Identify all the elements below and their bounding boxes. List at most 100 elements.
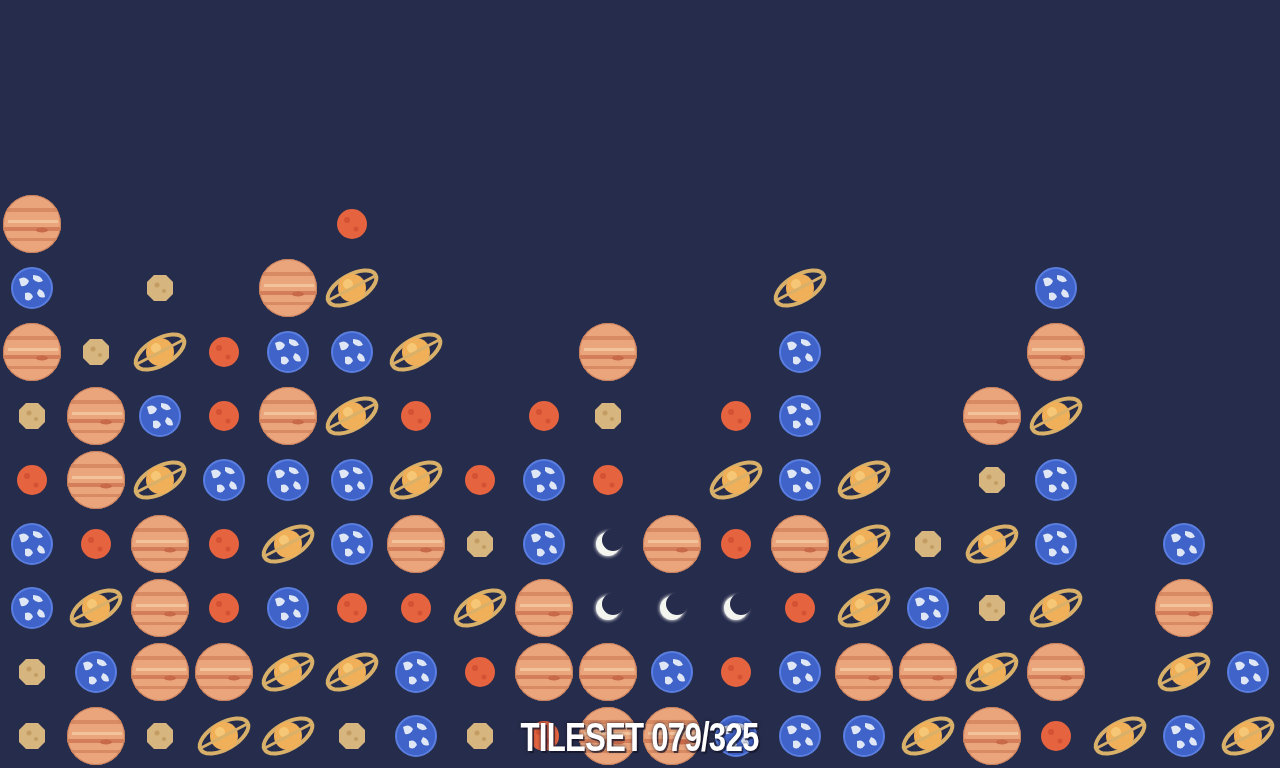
tile[interactable] (192, 576, 256, 640)
tile[interactable] (320, 704, 384, 768)
tile[interactable] (1024, 640, 1088, 704)
tile[interactable] (1088, 704, 1152, 768)
tile[interactable] (256, 448, 320, 512)
tile[interactable] (640, 512, 704, 576)
tile[interactable] (768, 256, 832, 320)
tile[interactable] (512, 384, 576, 448)
tile[interactable] (0, 384, 64, 448)
tile[interactable] (1024, 256, 1088, 320)
tile[interactable] (1216, 640, 1280, 704)
tile[interactable] (896, 640, 960, 704)
tile[interactable] (128, 384, 192, 448)
tile[interactable] (0, 448, 64, 512)
tile[interactable] (832, 640, 896, 704)
tile[interactable] (64, 384, 128, 448)
tile[interactable] (192, 448, 256, 512)
tile[interactable] (448, 640, 512, 704)
tile[interactable] (128, 576, 192, 640)
tile[interactable] (1216, 704, 1280, 768)
tile[interactable] (768, 384, 832, 448)
tile[interactable] (320, 512, 384, 576)
tile[interactable] (640, 640, 704, 704)
tile[interactable] (128, 256, 192, 320)
tile[interactable] (320, 576, 384, 640)
tile[interactable] (1024, 576, 1088, 640)
tile[interactable] (640, 704, 704, 768)
tile[interactable] (192, 704, 256, 768)
tile[interactable] (960, 448, 1024, 512)
tile[interactable] (960, 704, 1024, 768)
tile[interactable] (704, 640, 768, 704)
tile[interactable] (192, 640, 256, 704)
tile[interactable] (320, 448, 384, 512)
tile[interactable] (512, 512, 576, 576)
tile[interactable] (960, 512, 1024, 576)
tile[interactable] (832, 448, 896, 512)
tile[interactable] (576, 640, 640, 704)
tile[interactable] (384, 576, 448, 640)
tile[interactable] (704, 704, 768, 768)
tile[interactable] (0, 256, 64, 320)
tile[interactable] (896, 512, 960, 576)
tile[interactable] (0, 640, 64, 704)
tile[interactable] (256, 704, 320, 768)
tile[interactable] (768, 640, 832, 704)
tile[interactable] (576, 320, 640, 384)
tile[interactable] (576, 576, 640, 640)
tile[interactable] (640, 576, 704, 640)
tile[interactable] (832, 704, 896, 768)
tile[interactable] (704, 448, 768, 512)
tile[interactable] (832, 512, 896, 576)
tile[interactable] (320, 640, 384, 704)
tile[interactable] (768, 512, 832, 576)
tile[interactable] (832, 576, 896, 640)
tile[interactable] (384, 320, 448, 384)
tile[interactable] (1152, 576, 1216, 640)
tile[interactable] (896, 576, 960, 640)
tile[interactable] (1152, 704, 1216, 768)
tile[interactable] (512, 704, 576, 768)
tile[interactable] (0, 576, 64, 640)
tile[interactable] (384, 448, 448, 512)
tile[interactable] (576, 384, 640, 448)
tile[interactable] (384, 704, 448, 768)
tile[interactable] (896, 704, 960, 768)
tile[interactable] (448, 512, 512, 576)
tile[interactable] (512, 576, 576, 640)
tile[interactable] (576, 448, 640, 512)
tile[interactable] (1024, 704, 1088, 768)
tile[interactable] (64, 576, 128, 640)
tile[interactable] (192, 320, 256, 384)
tile[interactable] (704, 576, 768, 640)
tile[interactable] (256, 576, 320, 640)
tile[interactable] (448, 704, 512, 768)
tile[interactable] (960, 576, 1024, 640)
tile[interactable] (0, 512, 64, 576)
tile[interactable] (1024, 320, 1088, 384)
tile[interactable] (768, 448, 832, 512)
tile[interactable] (768, 704, 832, 768)
tile[interactable] (64, 512, 128, 576)
tile[interactable] (512, 640, 576, 704)
tile[interactable] (320, 256, 384, 320)
tile[interactable] (320, 192, 384, 256)
tile[interactable] (960, 384, 1024, 448)
tile[interactable] (128, 704, 192, 768)
tile[interactable] (384, 512, 448, 576)
tile[interactable] (1024, 512, 1088, 576)
tile[interactable] (256, 256, 320, 320)
tile[interactable] (384, 640, 448, 704)
tile[interactable] (128, 448, 192, 512)
tile[interactable] (256, 320, 320, 384)
tile[interactable] (1024, 384, 1088, 448)
tile[interactable] (128, 640, 192, 704)
tile[interactable] (512, 448, 576, 512)
tile[interactable] (384, 384, 448, 448)
tile[interactable] (1152, 640, 1216, 704)
tile[interactable] (128, 320, 192, 384)
tile[interactable] (576, 704, 640, 768)
tile[interactable] (64, 320, 128, 384)
tile[interactable] (448, 576, 512, 640)
tile[interactable] (0, 704, 64, 768)
tile[interactable] (704, 512, 768, 576)
